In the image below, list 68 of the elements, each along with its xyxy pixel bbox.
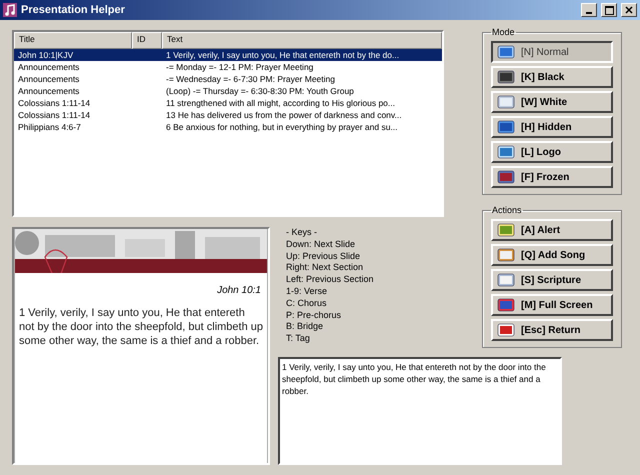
table-cell-text: Colossians 1:11-14 — [17, 97, 92, 109]
close-button[interactable] — [621, 3, 637, 17]
window-title: Presentation Helper — [21, 4, 126, 16]
table-row[interactable]: Colossians 1:11-14 11 strengthened with all might, according to His glorious po... — [14, 97, 442, 109]
minimize-button[interactable] — [581, 3, 597, 17]
table-cell-text: 13 He has delivered us from the power of darkness and conv... — [165, 109, 403, 121]
table-cell-text: Colossians 1:11-14 — [17, 109, 92, 121]
key-hint: T: Tag — [286, 333, 310, 345]
table-row[interactable]: John 10:1|KJV 1 Verily, verily, I say unto you, He that entereth not by the do... — [14, 49, 442, 61]
group-title: Actions — [491, 205, 523, 215]
table-row[interactable]: Announcements -= Monday =- 12-1 PM: Prayer Meeting — [14, 61, 442, 73]
column-header[interactable]: Text — [162, 32, 442, 49]
table-cell-text: Announcements — [17, 73, 80, 85]
mode-button[interactable]: [W] White — [491, 91, 613, 113]
table-cell-text: Philippians 4:6-7 — [17, 121, 82, 133]
slide-text-field[interactable]: 1 Verily, verily, I say unto you, He that entereth not by the door into the sheepfold, but climbeth up some other way, the same is a thief and a robber. — [278, 356, 562, 465]
action-button[interactable]: [M] Full Screen — [491, 294, 613, 316]
column-header[interactable]: Title — [14, 32, 132, 49]
table-row[interactable]: Announcements -= Wednesday =- 6-7:30 PM: Prayer Meeting — [14, 73, 442, 85]
table-row[interactable]: Philippians 4:6-7 6 Be anxious for nothing, but in everything by prayer and su... — [14, 121, 442, 133]
table-row[interactable]: Colossians 1:11-14 13 He has delivered us from the power of darkness and conv... — [14, 109, 442, 121]
group-title: Mode — [491, 27, 516, 37]
screen-icon — [497, 248, 515, 262]
maximize-button[interactable] — [601, 3, 617, 17]
screen-icon — [497, 298, 515, 312]
maximize-icon — [604, 6, 614, 14]
action-button[interactable]: [A] Alert — [491, 219, 613, 241]
verse-text: 1 Verily, verily, I say unto you, He that entereth not by the door into the sheepfold, but climbeth up some other way, the same is a thief and a robber. — [18, 306, 264, 348]
column-header[interactable]: ID — [132, 32, 162, 49]
table-row[interactable]: Announcements (Loop) -= Thursday =- 6:30-8:30 PM: Youth Group — [14, 85, 442, 97]
table-cell-text: Announcements — [17, 85, 80, 97]
table-cell-text: -= Monday =- 12-1 PM: Prayer Meeting — [165, 61, 314, 73]
screen-icon — [497, 323, 515, 337]
table-cell-text: 6 Be anxious for nothing, but in everything by prayer and su... — [165, 121, 399, 133]
key-hint: Down: Next Slide — [286, 238, 356, 251]
mode-button[interactable]: [L] Logo — [491, 141, 613, 163]
table-cell-text: -= Wednesday =- 6-7:30 PM: Prayer Meeting — [165, 73, 336, 85]
key-hint: P: Pre-chorus — [286, 310, 342, 322]
table-cell-text: John 10:1|KJV — [17, 49, 74, 61]
screen-icon — [497, 120, 515, 134]
screen-icon — [497, 145, 515, 159]
key-hint: C: Chorus — [286, 298, 327, 310]
music-note-icon — [3, 3, 17, 17]
key-hint: - Keys - — [286, 227, 318, 239]
key-hint: Left: Previous Section — [286, 274, 374, 286]
mode-button[interactable]: [N] Normal — [491, 41, 613, 63]
table-cell-text: 1 Verily, verily, I say unto you, He that entereth not by the do... — [165, 49, 400, 61]
key-hint: Right: Next Section — [286, 262, 364, 274]
action-button[interactable]: [S] Scripture — [491, 269, 613, 291]
table-cell-text: 11 strengthened with all might, according to His glorious po... — [165, 97, 396, 109]
action-button[interactable]: [Esc] Return — [491, 319, 613, 341]
action-button[interactable]: [Q] Add Song — [491, 244, 613, 266]
mode-button[interactable]: [K] Black — [491, 66, 613, 88]
table-cell-text: (Loop) -= Thursday =- 6:30-8:30 PM: Youth Group — [165, 85, 355, 97]
screen-icon — [497, 223, 515, 237]
key-hint: B: Bridge — [286, 321, 324, 334]
close-icon — [625, 6, 633, 14]
mode-button[interactable]: [H] Hidden — [491, 116, 613, 138]
verse-reference: John 10:1 — [217, 284, 262, 298]
screen-icon — [497, 95, 515, 109]
key-hint: Up: Previous Slide — [286, 250, 360, 262]
screen-icon — [497, 273, 515, 287]
screen-icon — [497, 170, 515, 184]
table-cell-text: Announcements — [17, 61, 80, 73]
key-hint: 1-9: Verse — [286, 286, 328, 298]
mode-button[interactable]: [F] Frozen — [491, 166, 613, 188]
screen-icon — [497, 45, 515, 59]
screen-icon — [497, 70, 515, 84]
